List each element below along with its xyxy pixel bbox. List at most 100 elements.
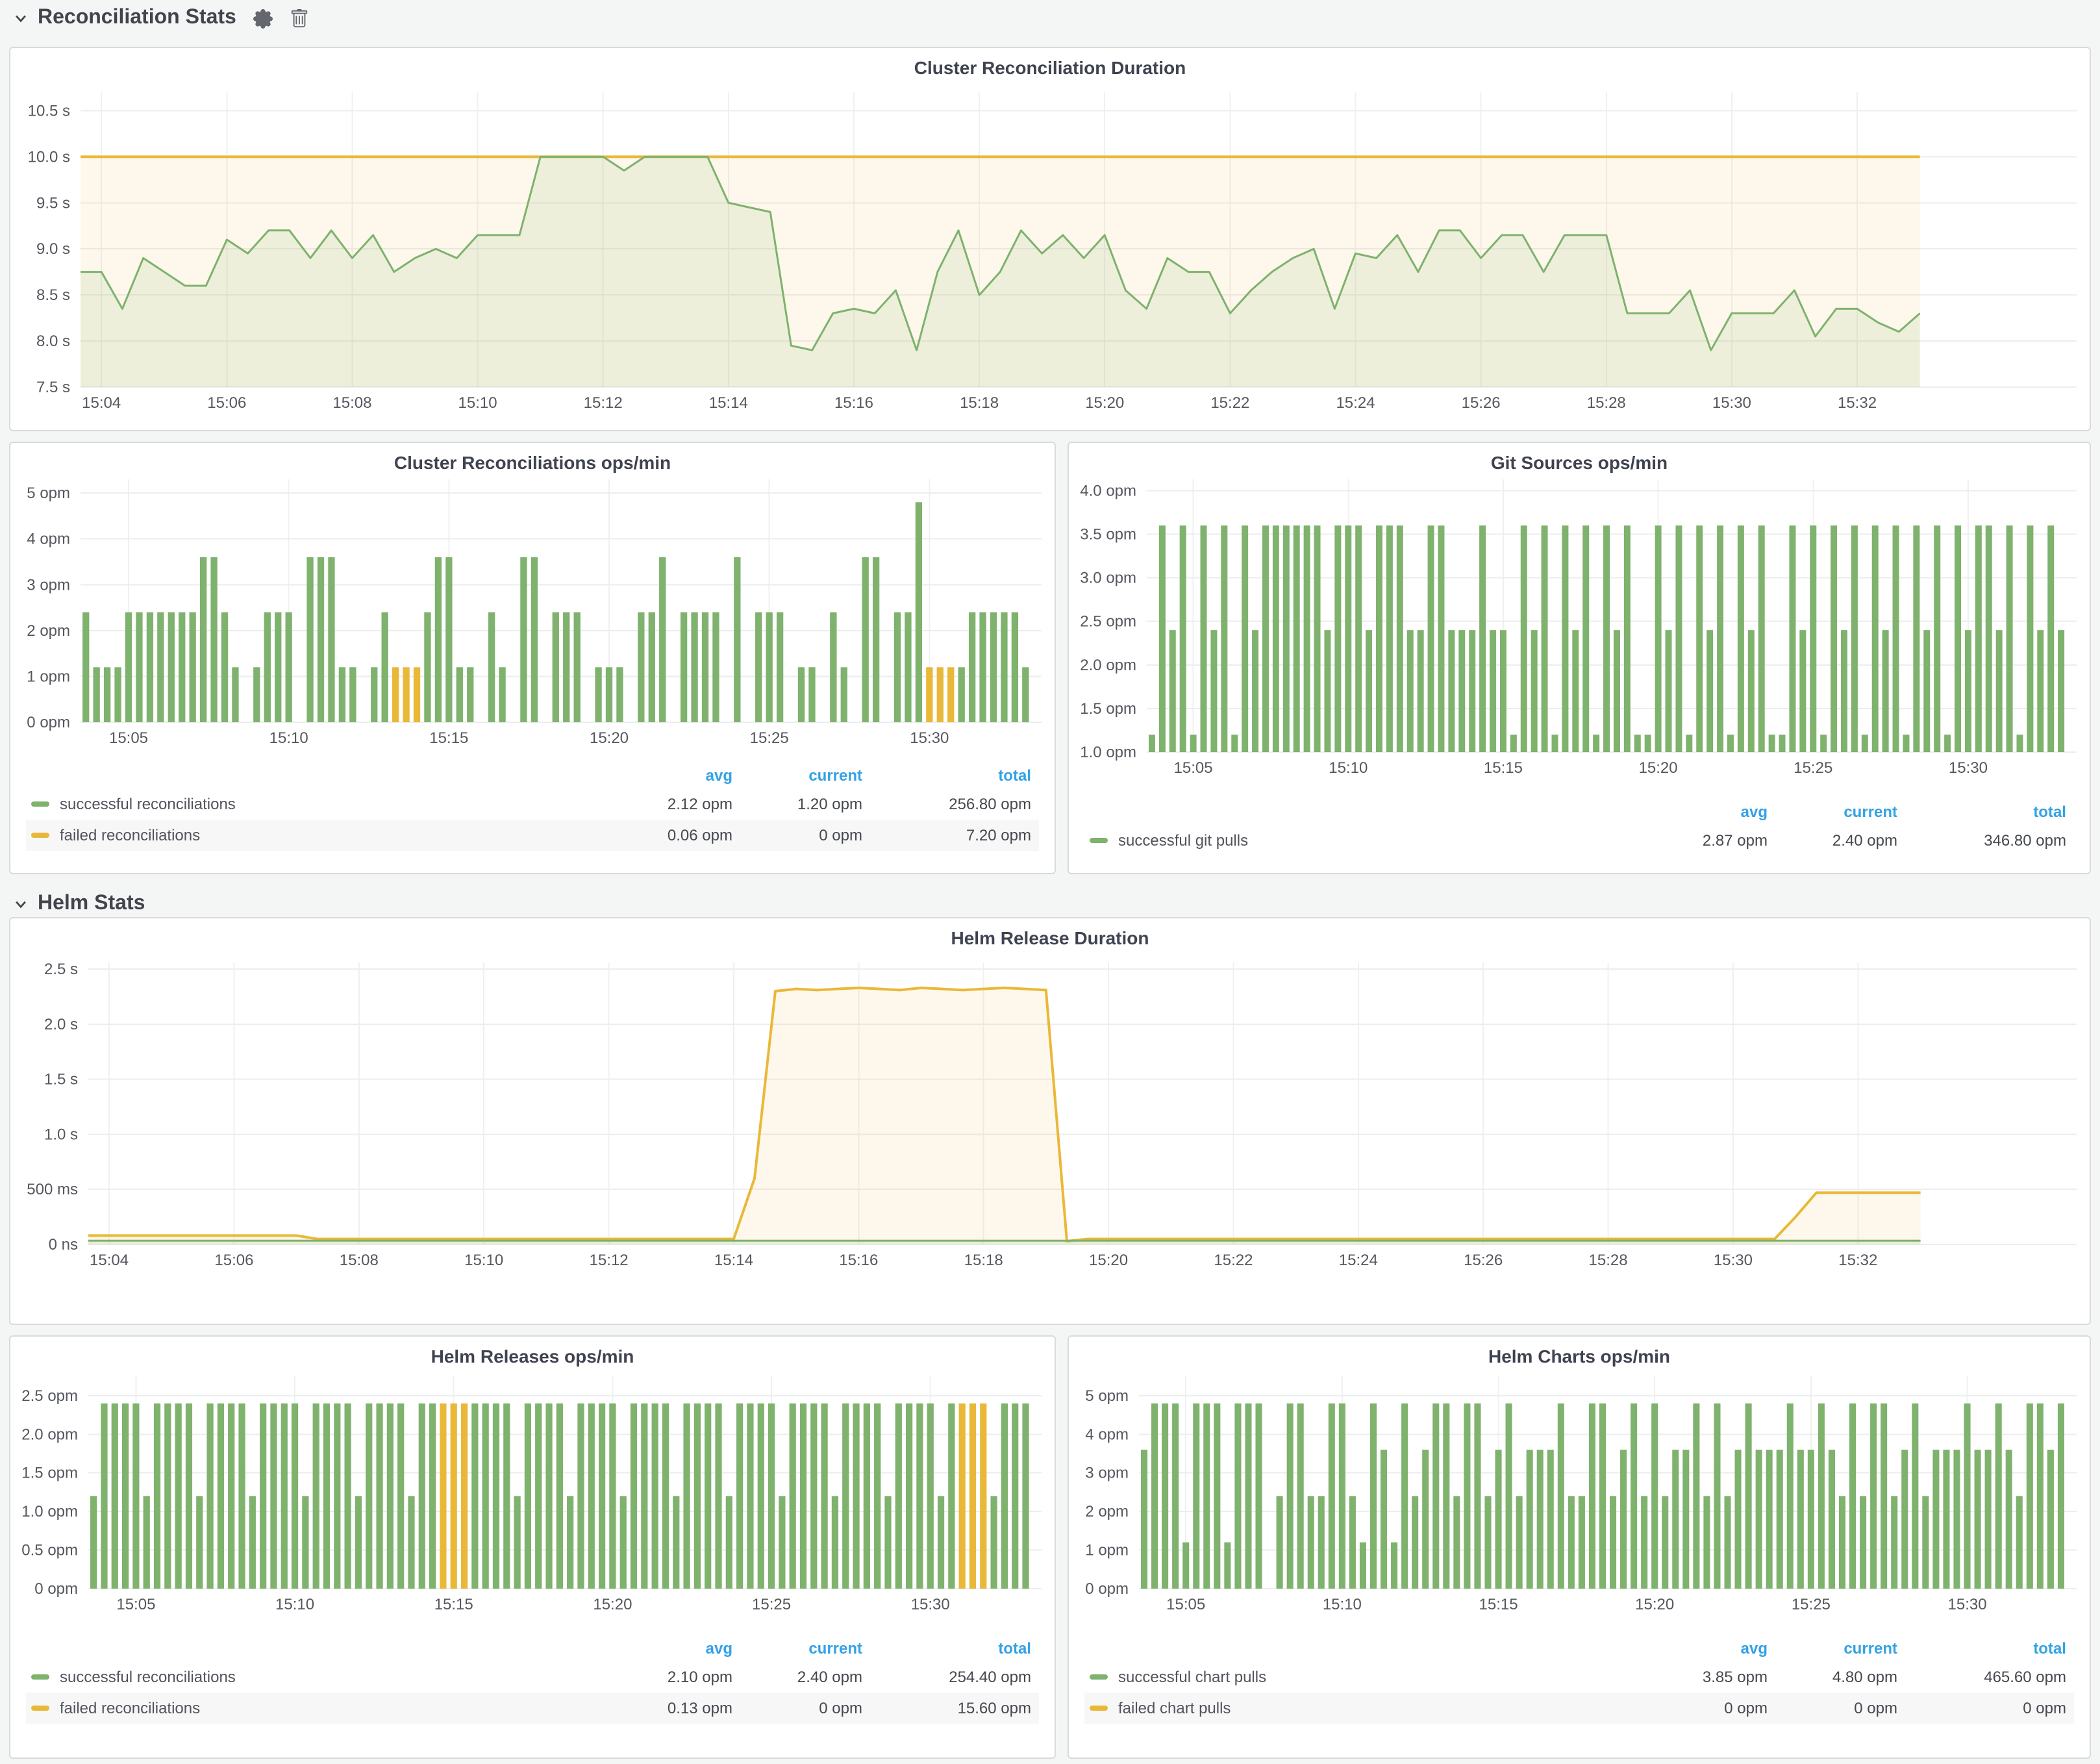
series-bars-successful-git-pulls (1975, 525, 1982, 752)
y-axis-tick-label: 4 opm (1085, 1426, 1129, 1443)
series-bars-successful-reconciliations (387, 1404, 394, 1589)
series-bars-successful-chart-pulls (1464, 1404, 1470, 1589)
series-bars-successful-chart-pulls (1922, 1496, 1929, 1589)
plot-area-cluster-reconciliation-duration[interactable]: 7.5 s8.0 s8.5 s9.0 s9.5 s10.0 s10.5 s15:… (10, 48, 2090, 430)
series-bars-successful-chart-pulls (1568, 1496, 1575, 1589)
legend-header-current[interactable]: current (740, 1639, 870, 1657)
y-axis-tick-label: 10.0 s (28, 148, 70, 166)
series-bars-successful-git-pulls (1304, 525, 1310, 752)
series-bars-successful-git-pulls (1634, 735, 1641, 752)
series-bars-successful-reconciliations (200, 557, 206, 722)
series-bars-successful-reconciliations (726, 1496, 732, 1589)
x-axis-tick-label: 15:18 (964, 1252, 1003, 1269)
series-bars-successful-chart-pulls (1422, 1450, 1429, 1589)
x-axis-tick-label: 15:32 (1838, 394, 1877, 412)
series-bars-successful-reconciliations (979, 612, 986, 722)
x-axis-tick-label: 15:30 (1712, 394, 1751, 412)
series-bars-successful-git-pulls (1490, 630, 1496, 752)
series-bars-successful-git-pulls (1831, 525, 1837, 752)
legend-header-current[interactable]: current (1775, 1639, 1905, 1657)
legend-series-label: failed reconciliations (60, 826, 200, 844)
legend-header-avg[interactable]: avg (597, 1639, 740, 1657)
legend-swatch (1090, 838, 1108, 843)
x-axis-tick-label: 15:05 (116, 1596, 155, 1613)
series-bars-successful-git-pulls (1748, 630, 1755, 752)
series-bars-failed-reconciliations (959, 1404, 966, 1589)
series-bars-successful-chart-pulls (1932, 1450, 1939, 1589)
series-bars-successful-reconciliations (397, 1404, 404, 1589)
x-axis-tick-label: 15:05 (1166, 1596, 1205, 1613)
series-bars-successful-reconciliations (355, 1496, 362, 1589)
series-bars-successful-git-pulls (1201, 525, 1207, 752)
series-bars-successful-git-pulls (1965, 630, 1971, 752)
y-axis-tick-label: 5 opm (1085, 1387, 1129, 1405)
y-axis-tick-label: 10.5 s (28, 102, 70, 120)
series-bars-successful-reconciliations (531, 557, 538, 722)
chevron-down-icon[interactable] (13, 896, 29, 912)
section-title[interactable]: Helm Stats (38, 892, 145, 916)
section-title[interactable]: Reconciliation Stats (38, 6, 236, 30)
series-bars-successful-chart-pulls (1891, 1496, 1897, 1589)
section-header-helm-stats: Helm Stats (13, 892, 145, 916)
legend-header-total[interactable]: total (870, 1639, 1039, 1657)
series-bars-successful-chart-pulls (1682, 1450, 1689, 1589)
series-bars-successful-chart-pulls (1412, 1496, 1418, 1589)
series-bars-successful-reconciliations (810, 1404, 817, 1589)
legend-series-label: successful reconciliations (60, 1668, 236, 1686)
legend-header-total[interactable]: total (1905, 1639, 2074, 1657)
y-axis-tick-label: 2 opm (1085, 1503, 1129, 1520)
series-bars-successful-chart-pulls (1203, 1404, 1210, 1589)
legend-row: successful chart pulls3.85 opm4.80 opm46… (1084, 1661, 2074, 1693)
series-bars-successful-chart-pulls (1756, 1450, 1762, 1589)
chart-canvas-recon_duration[interactable]: 7.5 s8.0 s8.5 s9.0 s9.5 s10.0 s10.5 s15:… (10, 48, 2092, 433)
series-bars-successful-reconciliations (1001, 1404, 1008, 1589)
series-bars-successful-git-pulls (1862, 735, 1868, 752)
legend-series-failed-reconciliations[interactable]: failed reconciliations (26, 1699, 597, 1717)
legend-series-successful-git-pulls[interactable]: successful git pulls (1084, 831, 1632, 850)
series-bars-failed-reconciliations (926, 667, 932, 722)
x-axis-tick-label: 15:25 (1794, 759, 1832, 777)
series-bars-successful-git-pulls (1407, 630, 1414, 752)
series-bars-successful-reconciliations (286, 612, 292, 722)
series-bars-successful-git-pulls (1314, 525, 1321, 752)
series-bars-successful-chart-pulls (2016, 1496, 2023, 1589)
legend-series-failed-reconciliations[interactable]: failed reconciliations (26, 826, 597, 844)
series-bars-successful-reconciliations (808, 667, 815, 722)
series-bars-successful-chart-pulls (1141, 1450, 1147, 1589)
legend-header-total[interactable]: total (870, 766, 1039, 785)
x-axis-tick-label: 15:30 (1949, 759, 1988, 777)
gear-icon[interactable] (253, 8, 273, 28)
chart-canvas-helm_duration[interactable]: 0 ns500 ms1.0 s1.5 s2.0 s2.5 s15:0415:06… (10, 918, 2092, 1326)
legend-series-successful-chart-pulls[interactable]: successful chart pulls (1084, 1668, 1632, 1686)
plot-area-helm-release-duration[interactable]: 0 ns500 ms1.0 s1.5 s2.0 s2.5 s15:0415:06… (10, 918, 2090, 1324)
legend-value-avg: 2.87 opm (1632, 831, 1775, 850)
series-bars-successful-git-pulls (1799, 630, 1806, 752)
legend-header-avg[interactable]: avg (1632, 1639, 1775, 1657)
series-bars-successful-git-pulls (2047, 525, 2054, 752)
legend-header-current[interactable]: current (740, 766, 870, 785)
y-axis-tick-label: 0 opm (1085, 1580, 1129, 1598)
series-bars-successful-chart-pulls (1610, 1496, 1616, 1589)
chevron-down-icon[interactable] (13, 10, 29, 26)
series-bars-successful-reconciliations (175, 1404, 182, 1589)
x-axis-tick-label: 15:32 (1838, 1252, 1877, 1269)
series-bars-successful-reconciliations (260, 1404, 266, 1589)
legend-header-avg[interactable]: avg (1632, 803, 1775, 821)
series-bars-successful-reconciliations (376, 1404, 382, 1589)
series-bars-successful-reconciliations (157, 612, 164, 722)
legend-series-successful-reconciliations[interactable]: successful reconciliations (26, 1668, 597, 1686)
legend-header-total[interactable]: total (1905, 803, 2074, 821)
series-bars-successful-reconciliations (616, 667, 623, 722)
y-axis-tick-label: 8.0 s (36, 333, 70, 350)
x-axis-tick-label: 15:08 (340, 1252, 379, 1269)
legend-header-current[interactable]: current (1775, 803, 1905, 821)
legend-series-successful-reconciliations[interactable]: successful reconciliations (26, 795, 597, 813)
series-bars-successful-reconciliations (514, 1496, 520, 1589)
x-axis-tick-label: 15:24 (1339, 1252, 1378, 1269)
series-bars-successful-git-pulls (1820, 735, 1827, 752)
trash-icon[interactable] (290, 8, 309, 28)
legend-header-avg[interactable]: avg (597, 766, 740, 785)
series-bars-successful-reconciliations (841, 667, 847, 722)
series-bars-successful-git-pulls (1210, 630, 1217, 752)
legend-series-failed-chart-pulls[interactable]: failed chart pulls (1084, 1699, 1632, 1717)
